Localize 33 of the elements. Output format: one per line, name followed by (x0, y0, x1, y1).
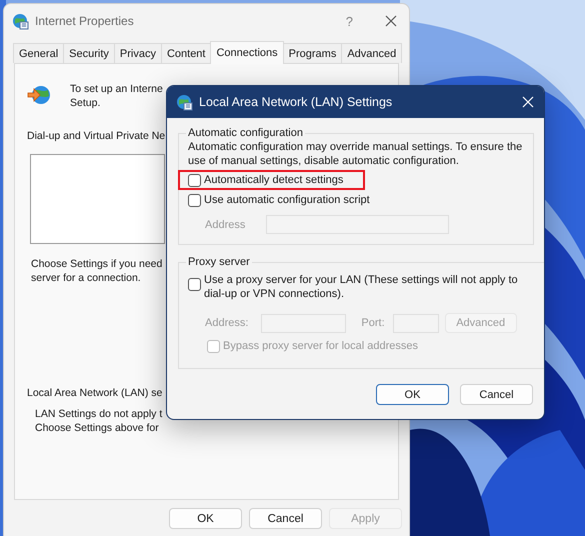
dialog-button[interactable]: Cancel (249, 508, 322, 529)
window-title: Internet Properties (35, 14, 134, 28)
checkbox-label: Use automatic configuration script (204, 194, 370, 206)
field-label: Port: (361, 317, 385, 329)
globe-icon (176, 94, 193, 110)
connection-list[interactable] (30, 154, 165, 244)
tab[interactable]: Connections (210, 41, 284, 64)
dialog-button[interactable]: OK (169, 508, 242, 529)
close-icon (522, 96, 534, 108)
description-text: Automatic configuration may override manual settings. To ensure the use of manual settings, disable automatic configuration. (188, 141, 524, 168)
close-icon (385, 15, 397, 27)
checkbox-label: Bypass proxy server for local addresses (223, 340, 418, 352)
help-text: LAN Settings do not apply t Choose Settings above for (35, 407, 162, 435)
tab[interactable]: Advanced (341, 43, 402, 63)
globe-icon (12, 12, 29, 30)
group-title: Proxy server (187, 256, 251, 268)
field-label: Address: (205, 317, 248, 329)
section-label: Dial-up and Virtual Private Ne (27, 130, 166, 142)
checkbox[interactable] (188, 174, 201, 186)
group-title: Automatic configuration (187, 127, 304, 139)
setup-text: To set up an Interne Setup. (70, 82, 163, 110)
section-label: Local Area Network (LAN) se (27, 387, 162, 399)
dialog-button[interactable]: Cancel (460, 384, 533, 405)
checkbox[interactable] (188, 194, 201, 206)
checkbox-label: Automatically detect settings (204, 174, 344, 186)
tab[interactable]: General (13, 43, 64, 63)
checkbox-label: Use a proxy server for your LAN (These settings will not apply to dial-up or VPN connections). (204, 274, 519, 301)
help-text: Choose Settings if you need server for a connection. (31, 257, 162, 285)
checkbox[interactable] (188, 278, 201, 291)
dialog-button[interactable]: OK (376, 384, 449, 405)
dialog-title: Local Area Network (LAN) Settings (199, 95, 392, 109)
globe-arrow-icon (27, 84, 51, 106)
field-label: Address (205, 218, 246, 230)
